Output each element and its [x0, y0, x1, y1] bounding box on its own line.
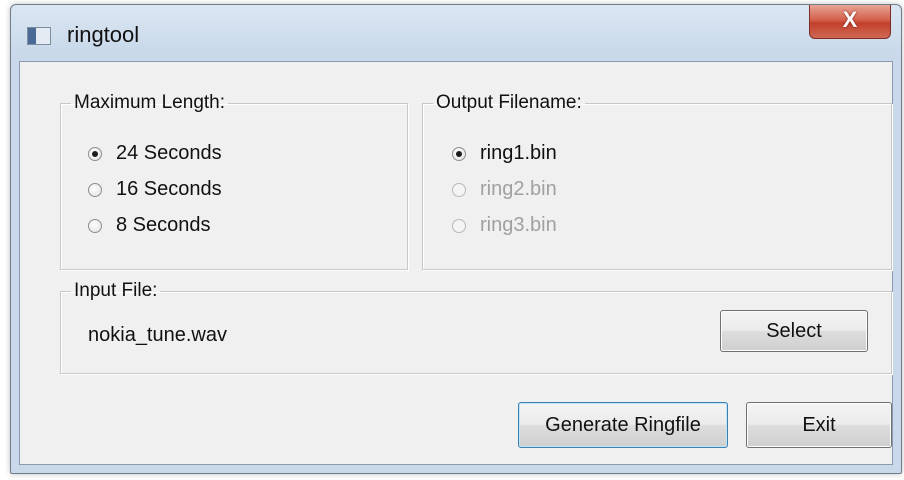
- select-button-label: Select: [766, 319, 822, 342]
- radio-label: 8 Seconds: [116, 214, 211, 236]
- radio-button-icon: [452, 182, 466, 197]
- input-file-legend: Input File:: [74, 280, 158, 301]
- radio-ring1-bin[interactable]: ring1.bin: [452, 142, 557, 165]
- radio-8-seconds[interactable]: 8 Seconds: [88, 214, 211, 237]
- select-button[interactable]: Select: [720, 310, 868, 352]
- radio-24-seconds[interactable]: 24 Seconds: [88, 142, 222, 165]
- radio-label: ring3.bin: [480, 214, 557, 236]
- input-file-name: nokia_tune.wav: [88, 324, 227, 347]
- input-file-value: nokia_tune.wav: [88, 324, 227, 346]
- radio-16-seconds[interactable]: 16 Seconds: [88, 178, 222, 201]
- radio-label: 16 Seconds: [116, 178, 222, 200]
- radio-button-icon[interactable]: [88, 218, 102, 233]
- title-bar[interactable]: ringtool X: [11, 5, 901, 61]
- close-button[interactable]: X: [809, 5, 891, 39]
- app-window-icon: [27, 27, 51, 45]
- radio-label: ring1.bin: [480, 142, 557, 164]
- close-icon: X: [842, 7, 858, 32]
- ringtool-window: ringtool X Maximum Length: 24 Seconds 16…: [10, 4, 902, 474]
- dialog-client-area: Maximum Length: 24 Seconds 16 Seconds 8 …: [19, 61, 893, 465]
- exit-button-label: Exit: [802, 413, 836, 436]
- window-title: ringtool: [67, 22, 140, 47]
- generate-ringfile-label: Generate Ringfile: [545, 413, 701, 436]
- radio-ring3-bin: ring3.bin: [452, 214, 557, 237]
- generate-ringfile-button[interactable]: Generate Ringfile: [518, 402, 728, 448]
- radio-button-icon[interactable]: [88, 146, 102, 161]
- radio-ring2-bin: ring2.bin: [452, 178, 557, 201]
- output-filename-legend: Output Filename:: [436, 92, 582, 113]
- radio-label: 24 Seconds: [116, 142, 222, 164]
- radio-label: ring2.bin: [480, 178, 557, 200]
- radio-button-icon[interactable]: [452, 146, 466, 161]
- maximum-length-legend: Maximum Length:: [74, 92, 226, 113]
- exit-button[interactable]: Exit: [746, 402, 892, 448]
- radio-button-icon: [452, 218, 466, 233]
- radio-button-icon[interactable]: [88, 182, 102, 197]
